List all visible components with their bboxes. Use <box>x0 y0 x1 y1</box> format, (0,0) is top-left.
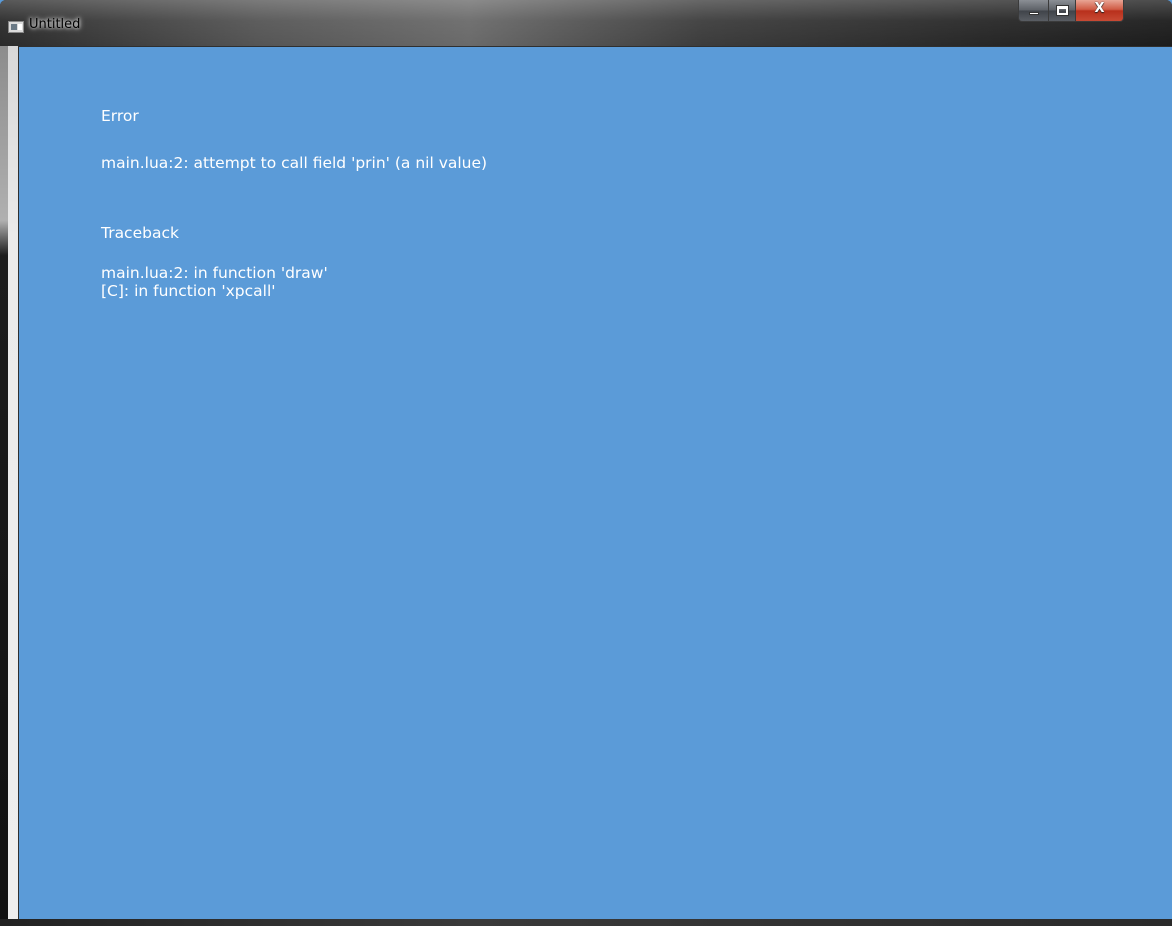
window-title: Untitled <box>29 17 81 32</box>
traceback-line: main.lua:2: in function 'draw' <box>101 264 328 282</box>
minimize-button[interactable] <box>1018 0 1049 22</box>
minimize-icon <box>1029 12 1039 15</box>
window-bottom-border <box>0 919 1172 926</box>
window-left-border <box>0 46 18 919</box>
error-message: main.lua:2: attempt to call field 'prin'… <box>101 154 488 172</box>
close-icon: X <box>1094 1 1105 16</box>
app-window: Untitled X Error main.lua:2: attempt to … <box>0 0 1172 926</box>
close-button[interactable]: X <box>1076 0 1124 22</box>
app-window-icon[interactable] <box>8 21 24 33</box>
traceback-line: [C]: in function 'xpcall' <box>101 282 276 300</box>
title-bar[interactable]: Untitled X <box>0 0 1172 46</box>
game-canvas[interactable] <box>18 46 1172 919</box>
maximize-icon <box>1056 5 1069 16</box>
error-heading: Error <box>101 107 139 125</box>
maximize-button[interactable] <box>1049 0 1076 22</box>
caption-buttons: X <box>1018 0 1164 24</box>
traceback-heading: Traceback <box>101 224 179 242</box>
